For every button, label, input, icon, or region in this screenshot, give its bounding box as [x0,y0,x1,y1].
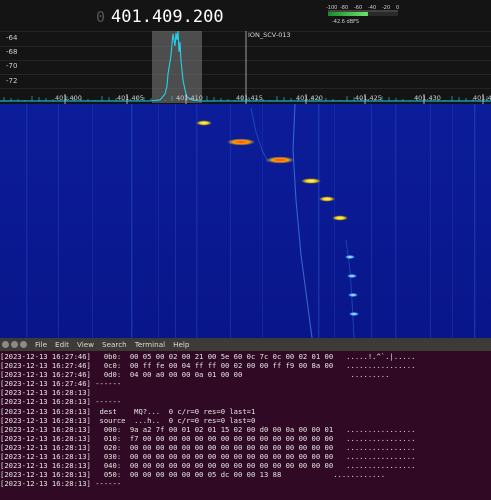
db-label: -64 [6,34,18,42]
menu-edit[interactable]: Edit [55,340,69,349]
freq-tick-label: 401.415 [236,94,263,102]
freq-tick-label: 401.43 [473,94,491,102]
burst [301,178,321,184]
burst [266,156,294,164]
tuning-band[interactable] [152,31,202,103]
terminal-line: [2023-12-13 16:27:46] 0d0: 04 00 a0 00 0… [0,370,390,380]
terminal-line: [2023-12-13 16:28:13] 000: 9a a2 7f 00 0… [0,424,416,434]
menu-help[interactable]: Help [173,340,189,349]
terminal-output[interactable]: [2023-12-13 16:27:46] 0b0: 00 05 00 02 0… [0,352,491,500]
terminal-line: [2023-12-13 16:28:13] 050: 00 00 00 00 0… [0,470,386,480]
menu-terminal[interactable]: Terminal [135,340,165,349]
minimize-icon[interactable] [11,341,18,348]
meter-scale-label: -80 [340,5,348,11]
terminal-line: [2023-12-13 16:28:13] ------ [0,479,122,489]
terminal-line: [2023-12-13 16:28:13] 020: 00 00 00 00 0… [0,442,416,452]
menu-view[interactable]: View [77,340,94,349]
meter-scale-label: 0 [396,5,399,11]
burst [196,120,212,126]
meter-scale-label: -60 [354,5,362,11]
frequency-readout: 401.409.200 [111,7,224,27]
terminal-titlebar[interactable]: File Edit View Search Terminal Help [0,338,491,351]
db-label: -72 [6,77,17,85]
freq-tick-label: 401.410 [176,94,203,102]
db-label: -68 [6,48,17,56]
meter-scale-label: -100 [326,5,337,11]
freq-tick-label: 401.420 [296,94,323,102]
burst [347,274,357,278]
terminal-line: [2023-12-13 16:28:13] 040: 00 00 00 00 0… [0,461,416,471]
terminal-line: [2023-12-13 16:28:13] [0,388,91,398]
marker-label: ION_SCV-013 [248,31,291,39]
terminal-line: [2023-12-13 16:27:46] 0c0: 00 ff fe 00 0… [0,361,416,371]
terminal-line: [2023-12-13 16:27:46] 0b0: 00 05 00 02 0… [0,352,416,361]
frequency-prefix: 0 [96,8,105,26]
sdr-display: ION_SCV-013 0 401.409.200 -64 -68 -70 -72 4… [0,0,491,339]
terminal-line: [2023-12-13 16:28:13] ------ [0,397,122,407]
burst [332,215,348,221]
terminal-line: [2023-12-13 16:28:13] source ...h.. 0 c/… [0,415,256,425]
freq-tick-label: 401.430 [414,94,441,102]
meter-fill [328,12,368,16]
menu-file[interactable]: File [35,340,47,349]
burst [348,293,358,297]
meter-value: -42.6 dBFS [332,19,359,25]
burst [345,255,355,259]
meter-scale-label: -20 [382,5,390,11]
close-icon[interactable] [2,341,9,348]
terminal-line: [2023-12-13 16:28:13] dest MQ?... 0 c/r=… [0,406,256,416]
freq-tick-label: 401.405 [117,94,144,102]
burst [227,138,255,146]
maximize-icon[interactable] [20,341,27,348]
freq-tick-label: 401.425 [355,94,382,102]
burst [349,312,359,316]
terminal-line: [2023-12-13 16:27:46] ------ [0,379,122,389]
terminal-line: [2023-12-13 16:28:13] 010: f7 00 00 00 0… [0,433,416,443]
burst [319,196,335,202]
freq-tick-label: 401.400 [55,94,82,102]
terminal-window[interactable]: File Edit View Search Terminal Help [202… [0,338,491,500]
meter-scale-label: -40 [368,5,376,11]
menu-search[interactable]: Search [102,340,127,349]
terminal-line: [2023-12-13 16:28:13] 030: 00 00 00 00 0… [0,452,416,462]
db-label: -70 [6,62,17,70]
sdr-panel: ION_SCV-013 0 401.409.200 -64 -68 -70 -72 4… [0,0,491,339]
